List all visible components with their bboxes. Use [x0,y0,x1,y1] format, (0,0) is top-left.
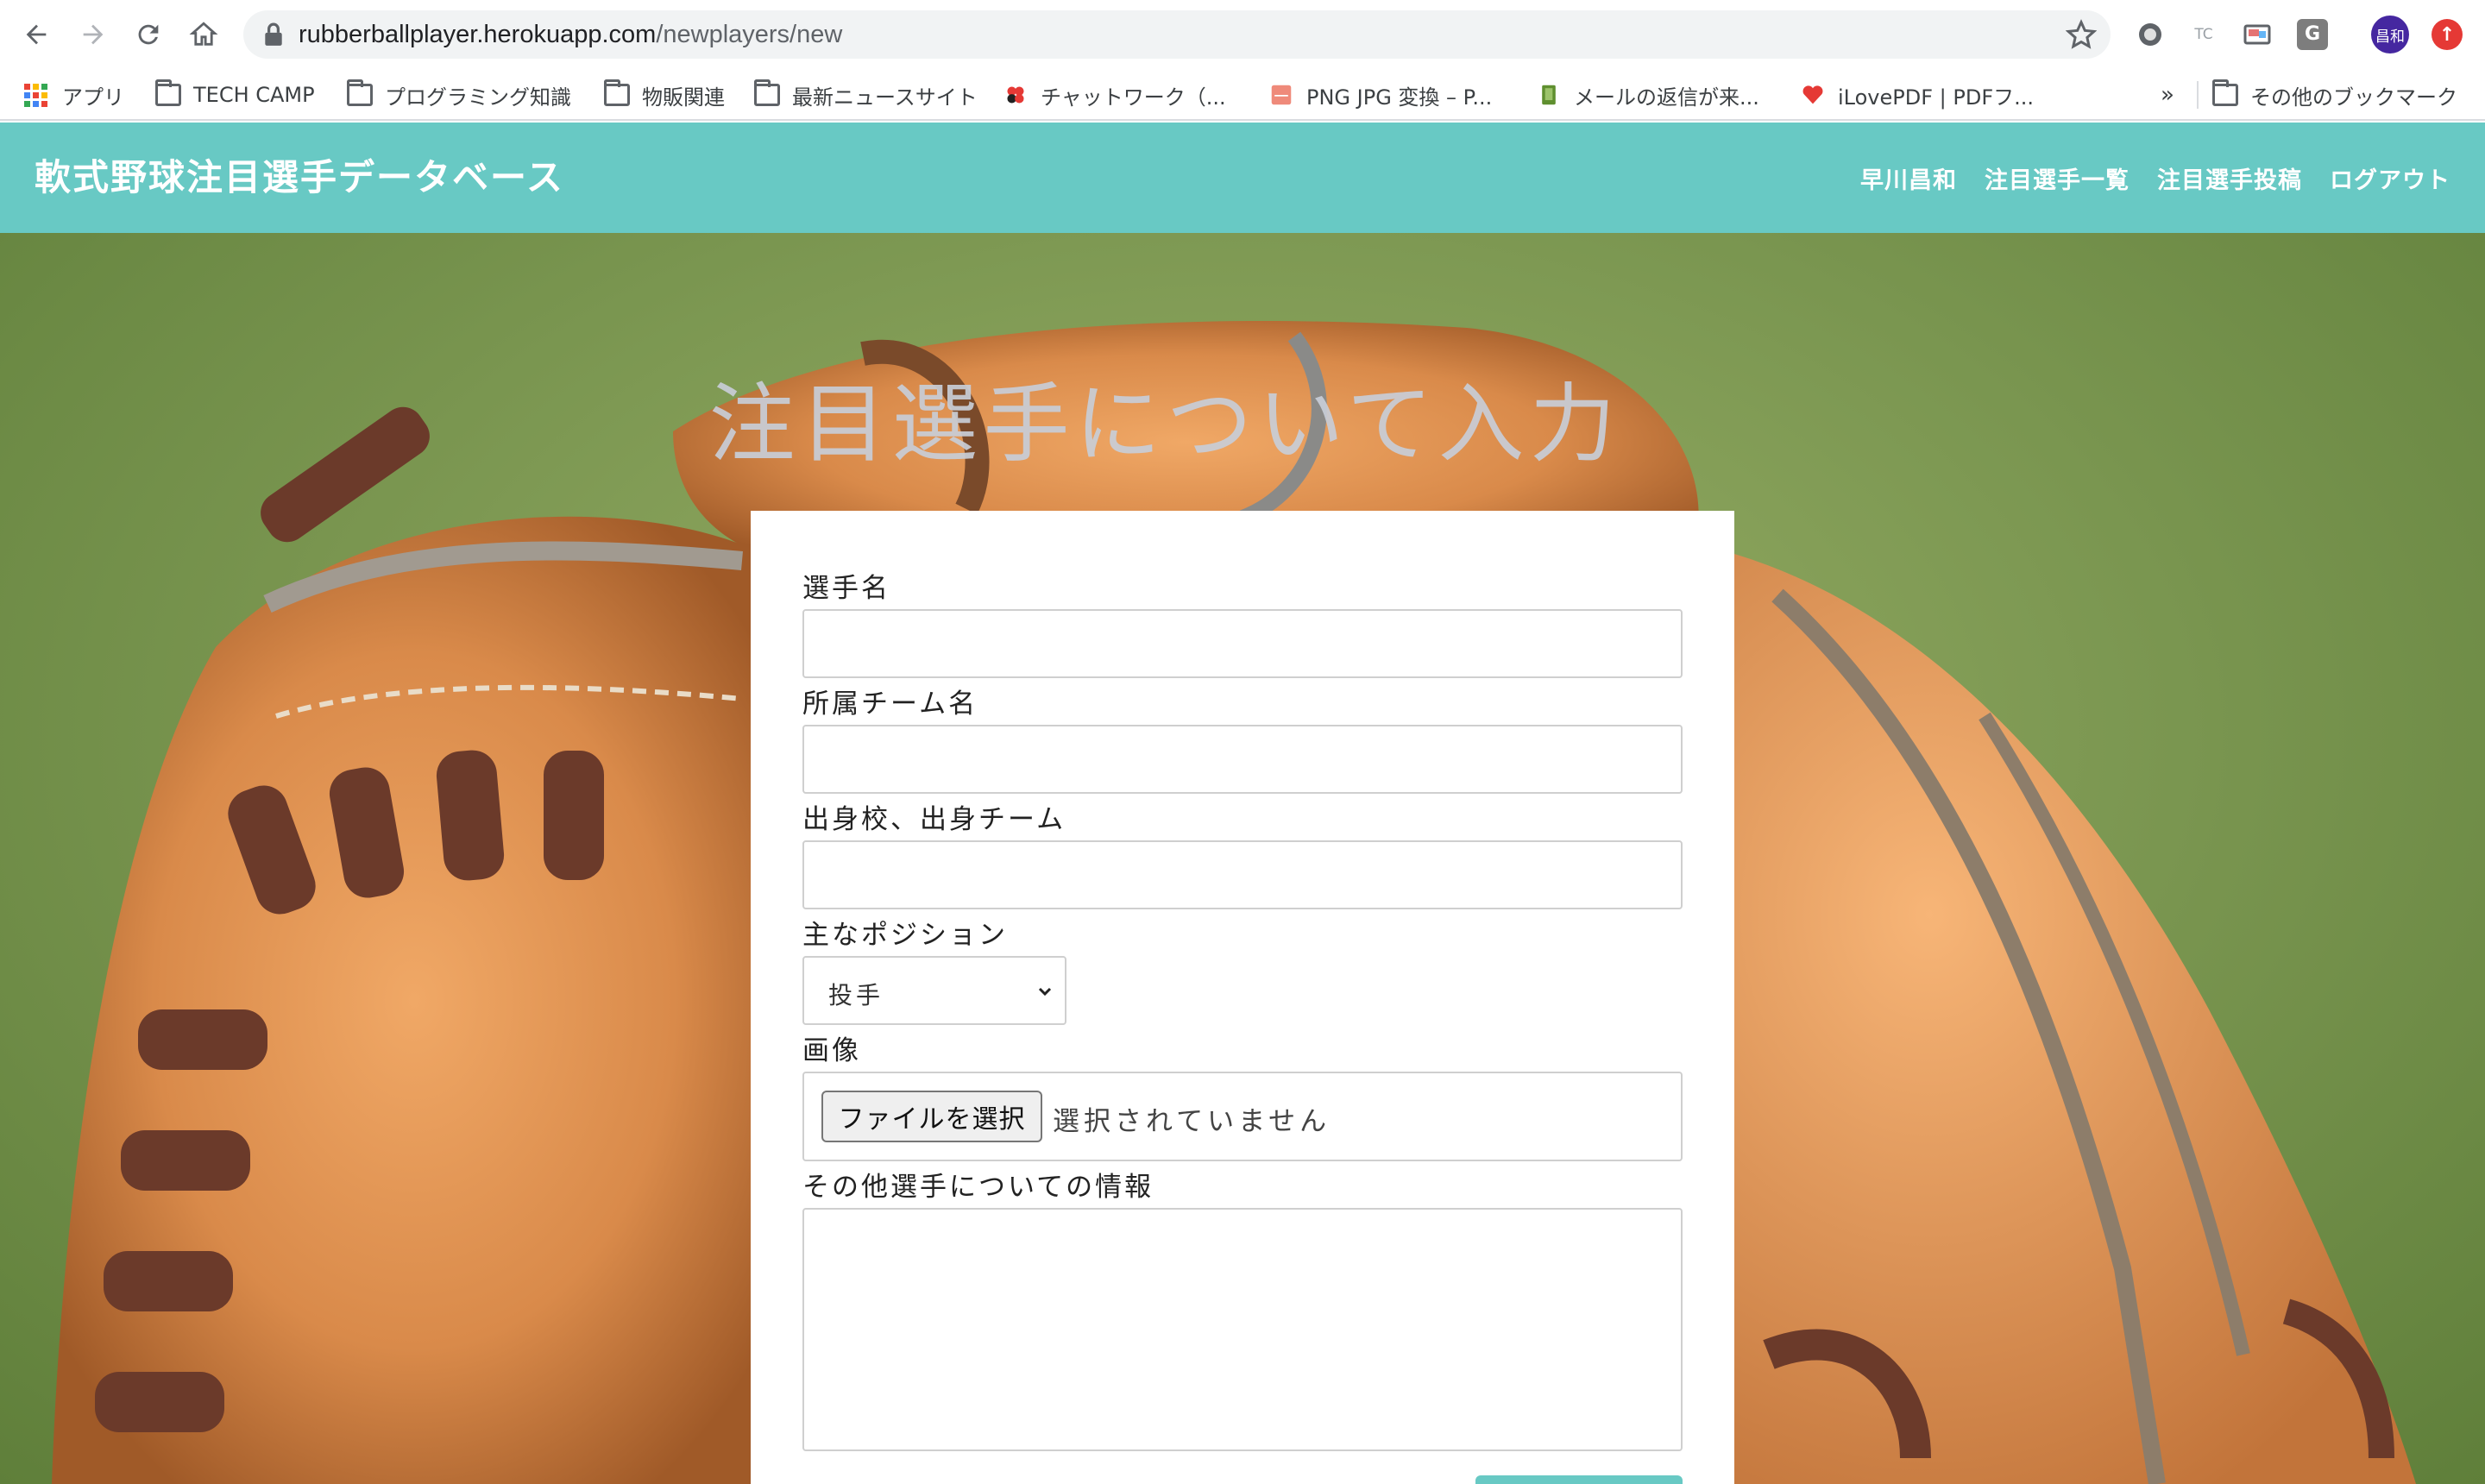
nav-player-list[interactable]: 注目選手一覧 [1985,161,2130,195]
evernote-icon [1542,85,1556,105]
bookmark-news[interactable]: 最新ニュースサイト [754,69,978,121]
bookmark-label: PNG JPG 変換 – P... [1306,85,1493,110]
address-bar[interactable]: rubberballplayer.herokuapp.com/newplayer… [243,10,2111,59]
update-icon[interactable]: ↑ [2432,19,2463,50]
position-selected-value: 投手 [828,981,884,1009]
chevron-down-icon [1038,987,1052,997]
extension-g-icon[interactable]: G [2297,19,2328,50]
bookmark-label: チャットワーク（... [1041,85,1226,110]
extension-cast-icon[interactable] [2242,19,2273,50]
nav-links: 早川昌和 注目選手一覧 注目選手投稿 ログアウト [1833,123,2450,233]
site-navbar: 軟式野球注目選手データベース 早川昌和 注目選手一覧 注目選手投稿 ログアウト [0,123,2485,233]
chatwork-icon [1007,86,1024,104]
bookmark-png-jpg[interactable]: PNG JPG 変換 – P... [1268,69,1492,121]
reload-button[interactable] [126,12,171,57]
folder-icon [604,79,630,106]
apps-icon [24,84,50,107]
bookmark-chatwork[interactable]: チャットワーク（... [1003,69,1226,121]
extension-tc-icon[interactable]: TC [2188,19,2219,50]
team-input[interactable] [802,725,1683,794]
team-label: 所属チーム名 [802,689,978,720]
home-icon [189,22,218,46]
nav-user-name[interactable]: 早川昌和 [1860,161,1957,195]
position-label: 主なポジション [802,920,1008,951]
bookmark-label: TECH CAMP [193,83,315,107]
hero-background: 注目選手について入力 選手名 所属チーム名 出身校、出身チーム 主なポジション … [0,233,2485,1484]
bookmark-label: アプリ [62,85,124,110]
extension-circle-icon[interactable] [2135,19,2166,50]
bookmark-apps[interactable]: アプリ [24,69,124,121]
info-textarea[interactable] [802,1208,1683,1451]
more-bookmarks-chevron[interactable]: » [2161,69,2174,121]
nav-logout[interactable]: ログアウト [2330,161,2450,195]
site-brand[interactable]: 軟式野球注目選手データベース [35,123,564,233]
bookmarks-bar: アプリ TECH CAMP プログラミング知識 物販関連 最新ニュースサイト チ… [0,69,2485,121]
url-path: /newplayers/new [656,21,843,48]
back-arrow-icon [26,24,47,45]
bookmark-label: プログラミング知識 [385,85,571,110]
choose-file-button[interactable]: ファイルを選択 [821,1091,1042,1142]
bookmark-evernote[interactable]: メールの返信が来... [1536,69,1759,121]
submit-button[interactable] [1475,1475,1683,1484]
profile-avatar[interactable]: 昌和 [2371,16,2409,53]
bookmark-bussan[interactable]: 物販関連 [604,69,725,121]
lock-icon [265,22,282,46]
origin-label: 出身校、出身チーム [802,804,1066,835]
folder-icon [2212,79,2238,106]
origin-input[interactable] [802,840,1683,909]
bookmark-other[interactable]: その他のブックマーク [2212,69,2457,121]
player-name-label: 選手名 [802,573,890,604]
file-status-text: 選択されていません [1053,1106,1331,1137]
url-host: rubberballplayer.herokuapp.com [299,21,657,48]
folder-icon [347,79,373,106]
back-button[interactable] [14,12,59,57]
home-button[interactable] [181,12,226,57]
bookmark-ilovepdf[interactable]: iLovePDF | PDFフ... [1800,69,2034,121]
player-form-card: 選手名 所属チーム名 出身校、出身チーム 主なポジション 投手 画像 ファイルを… [751,511,1734,1484]
forward-button[interactable] [71,12,116,57]
position-select[interactable]: 投手 [802,956,1066,1025]
forward-arrow-icon [83,24,104,45]
bookmark-label: メールの返信が来... [1574,85,1759,110]
form-title: 注目選手について入力 [708,374,1621,475]
folder-icon [754,79,780,106]
url-text: rubberballplayer.herokuapp.com/newplayer… [299,10,842,59]
bookmark-label: その他のブックマーク [2250,85,2457,110]
image-label: 画像 [802,1035,861,1066]
browser-toolbar: rubberballplayer.herokuapp.com/newplayer… [0,0,2485,69]
bookmark-star-icon[interactable] [2066,19,2097,50]
png-jpg-icon [1271,85,1292,105]
ilovepdf-icon [1802,85,1823,104]
bookmark-label: 物販関連 [642,85,725,110]
player-name-input[interactable] [802,609,1683,678]
bookmark-divider [2197,81,2199,109]
info-label: その他選手についての情報 [802,1172,1154,1203]
bookmark-programming[interactable]: プログラミング知識 [347,69,571,121]
nav-post-player[interactable]: 注目選手投稿 [2157,161,2302,195]
bookmark-tech-camp[interactable]: TECH CAMP [155,69,315,121]
bookmark-label: 最新ニュースサイト [792,85,978,110]
reload-icon [138,24,159,45]
folder-icon [155,79,181,106]
image-file-field: ファイルを選択 選択されていません [802,1072,1683,1161]
bookmark-label: iLovePDF | PDFフ... [1838,85,2035,110]
